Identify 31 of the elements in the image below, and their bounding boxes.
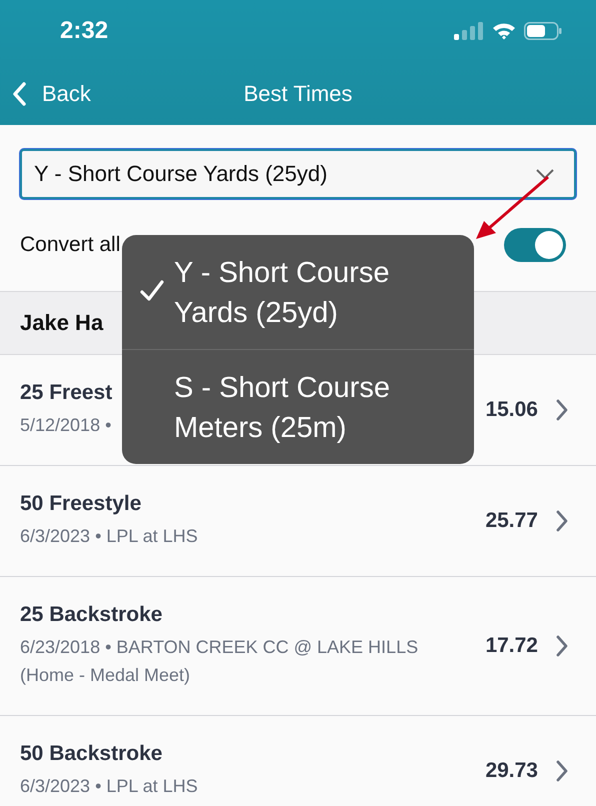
event-details: 6/3/2023 • LPL at LHS [20, 525, 198, 548]
convert-toggle[interactable] [504, 228, 566, 262]
chevron-down-icon [536, 168, 554, 180]
back-chevron-icon [12, 82, 26, 106]
event-name: 50 Backstroke [20, 742, 162, 766]
best-time: 15.06 [485, 398, 538, 422]
event-details: 5/12/2018 • [20, 414, 112, 437]
screen-title: Best Times [244, 80, 352, 106]
event-details: 6/3/2023 • LPL at LHS [20, 775, 198, 798]
event-name: 50 Freestyle [20, 492, 142, 516]
dropdown-option[interactable]: S - Short Course Meters (25m) [122, 349, 474, 464]
dropdown-option[interactable]: Y - Short Course Yards (25yd) [122, 235, 474, 349]
checkmark-icon [140, 280, 164, 302]
swimmer-name: Jake Ha [20, 310, 104, 336]
chevron-right-icon [556, 399, 568, 421]
status-time: 2:32 [60, 17, 108, 45]
best-time: 25.77 [485, 509, 538, 533]
event-details: 6/23/2018 • BARTON CREEK CC @ LAKE HILLS (Home - Medal Meet) [20, 636, 420, 687]
back-button[interactable]: Back [0, 80, 91, 106]
wifi-icon [492, 22, 516, 40]
event-name: 25 Backstroke [20, 603, 162, 627]
chevron-right-icon [556, 760, 568, 782]
course-select[interactable]: Y - Short Course Yards (25yd) [20, 149, 576, 199]
best-time: 17.72 [485, 634, 538, 658]
chevron-right-icon [556, 510, 568, 532]
convert-label: Convert all [20, 233, 120, 257]
event-name: 25 Freest [20, 381, 112, 405]
chevron-right-icon [556, 635, 568, 657]
signal-icon [454, 22, 484, 40]
best-time: 29.73 [485, 759, 538, 783]
battery-icon [524, 22, 562, 40]
